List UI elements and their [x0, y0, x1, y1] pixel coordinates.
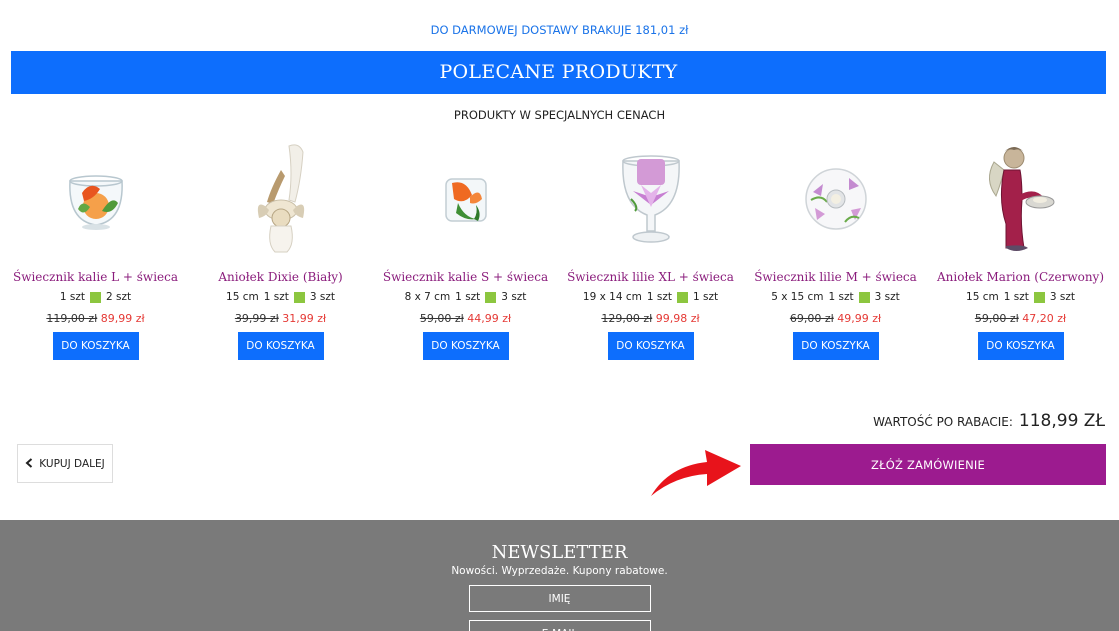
- discounted-total: WARTOŚĆ PO RABACIE: 118,99 ZŁ: [873, 411, 1105, 431]
- variant-qty-b[interactable]: 3 szt: [310, 291, 335, 303]
- product-name[interactable]: Aniołek Dixie (Biały): [218, 270, 342, 284]
- product-image[interactable]: [31, 138, 161, 260]
- old-price: 69,00 zł: [789, 312, 834, 325]
- newsletter-name-field[interactable]: IMIĘ: [468, 585, 651, 612]
- variant-swatch[interactable]: [1033, 291, 1045, 303]
- product-variants: 15 cm 1 szt 3 szt: [226, 291, 335, 303]
- product-image[interactable]: [771, 138, 901, 260]
- add-to-cart-button[interactable]: DO KOSZYKA: [237, 332, 324, 360]
- old-price: 59,00 zł: [419, 312, 464, 325]
- variant-size: 5 x 15 cm: [771, 291, 824, 303]
- product-list: Świecznik kalie L + świeca 1 szt 2 szt 1…: [3, 138, 1113, 360]
- variant-qty-b[interactable]: 3 szt: [875, 291, 900, 303]
- product-variants: 15 cm 1 szt 3 szt: [966, 291, 1075, 303]
- variant-swatch[interactable]: [858, 291, 870, 303]
- variant-swatch[interactable]: [90, 291, 101, 303]
- add-to-cart-button[interactable]: DO KOSZYKA: [422, 332, 509, 360]
- newsletter-email-field[interactable]: E-MAIL: [468, 620, 651, 631]
- add-to-cart-button[interactable]: DO KOSZYKA: [792, 332, 879, 360]
- product-price: 69,00 zł 49,99 zł: [790, 312, 881, 325]
- recommended-products-banner: POLECANE PRODUKTY: [11, 51, 1106, 94]
- variant-qty-a[interactable]: 1 szt: [455, 291, 480, 303]
- free-shipping-notice: DO DARMOWEJ DOSTAWY BRAKUJE 181,01 zł: [430, 23, 689, 37]
- product-variants: 1 szt 2 szt: [60, 291, 131, 303]
- variant-size: 15 cm: [226, 291, 259, 303]
- newsletter-title: NEWSLETTER: [491, 542, 628, 563]
- add-to-cart-button[interactable]: DO KOSZYKA: [607, 332, 694, 360]
- product-price: 59,00 zł 44,99 zł: [420, 312, 511, 325]
- product-card: Aniołek Dixie (Biały) 15 cm 1 szt 3 szt …: [188, 138, 373, 360]
- old-price: 39,99 zł: [234, 312, 279, 325]
- variant-swatch[interactable]: [676, 291, 688, 303]
- product-name[interactable]: Aniołek Marion (Czerwony): [937, 270, 1104, 284]
- product-image[interactable]: [956, 138, 1086, 260]
- product-card: Świecznik kalie S + świeca 8 x 7 cm 1 sz…: [373, 138, 558, 360]
- new-price: 47,20 zł: [1022, 312, 1067, 325]
- product-name[interactable]: Świecznik kalie L + świeca: [13, 270, 178, 284]
- variant-qty-a[interactable]: 1 szt: [60, 291, 85, 303]
- product-card: Świecznik lilie M + świeca 5 x 15 cm 1 s…: [743, 138, 928, 360]
- newsletter-section: NEWSLETTER Nowości. Wyprzedaże. Kupony r…: [0, 520, 1119, 631]
- old-price: 119,00 zł: [46, 312, 98, 325]
- variant-qty-a[interactable]: 1 szt: [829, 291, 854, 303]
- product-name[interactable]: Świecznik kalie S + świeca: [383, 270, 548, 284]
- product-variants: 8 x 7 cm 1 szt 3 szt: [405, 291, 527, 303]
- chevron-left-icon: [25, 457, 33, 471]
- new-price: 31,99 zł: [282, 312, 327, 325]
- variant-size: 15 cm: [966, 291, 999, 303]
- product-variants: 5 x 15 cm 1 szt 3 szt: [771, 291, 900, 303]
- total-label: WARTOŚĆ PO RABACIE:: [873, 415, 1013, 429]
- product-variants: 19 x 14 cm 1 szt 1 szt: [583, 291, 718, 303]
- new-price: 99,98 zł: [655, 312, 700, 325]
- variant-qty-b[interactable]: 2 szt: [106, 291, 131, 303]
- variant-qty-b[interactable]: 3 szt: [501, 291, 526, 303]
- special-prices-subtitle: PRODUKTY W SPECJALNYCH CENACH: [453, 108, 666, 122]
- variant-qty-b[interactable]: 1 szt: [693, 291, 718, 303]
- variant-qty-a[interactable]: 1 szt: [1004, 291, 1029, 303]
- variant-qty-a[interactable]: 1 szt: [264, 291, 289, 303]
- continue-shopping-button[interactable]: KUPUJ DALEJ: [17, 444, 113, 483]
- variant-qty-b[interactable]: 3 szt: [1050, 291, 1075, 303]
- variant-size: 19 x 14 cm: [582, 291, 642, 303]
- old-price: 129,00 zł: [601, 312, 653, 325]
- product-card: Świecznik kalie L + świeca 1 szt 2 szt 1…: [3, 138, 188, 360]
- product-card: Świecznik lilie XL + świeca 19 x 14 cm 1…: [558, 138, 743, 360]
- product-image[interactable]: [216, 138, 346, 260]
- place-order-button[interactable]: ZŁÓŻ ZAMÓWIENIE: [750, 444, 1106, 485]
- product-price: 59,00 zł 47,20 zł: [975, 312, 1066, 325]
- red-curved-arrow-icon: [645, 436, 745, 501]
- variant-size: 8 x 7 cm: [404, 291, 451, 303]
- old-price: 59,00 zł: [974, 312, 1019, 325]
- product-card: Aniołek Marion (Czerwony) 15 cm 1 szt 3 …: [928, 138, 1113, 360]
- add-to-cart-button[interactable]: DO KOSZYKA: [52, 332, 139, 360]
- variant-qty-a[interactable]: 1 szt: [647, 291, 672, 303]
- new-price: 89,99 zł: [100, 312, 145, 325]
- total-value: 118,99 ZŁ: [1018, 411, 1105, 431]
- product-name[interactable]: Świecznik lilie M + świeca: [754, 270, 917, 284]
- newsletter-subtitle: Nowości. Wyprzedaże. Kupony rabatowe.: [451, 565, 668, 577]
- product-image[interactable]: [586, 138, 716, 260]
- continue-shopping-label: KUPUJ DALEJ: [39, 457, 105, 470]
- variant-swatch[interactable]: [485, 291, 497, 303]
- product-image[interactable]: [401, 138, 531, 260]
- product-price: 119,00 zł 89,99 zł: [46, 312, 144, 325]
- product-name[interactable]: Świecznik lilie XL + świeca: [567, 270, 734, 284]
- new-price: 44,99 zł: [467, 312, 512, 325]
- add-to-cart-button[interactable]: DO KOSZYKA: [977, 332, 1064, 360]
- variant-swatch[interactable]: [293, 291, 305, 303]
- product-price: 39,99 zł 31,99 zł: [235, 312, 326, 325]
- new-price: 49,99 zł: [837, 312, 882, 325]
- product-price: 129,00 zł 99,98 zł: [601, 312, 699, 325]
